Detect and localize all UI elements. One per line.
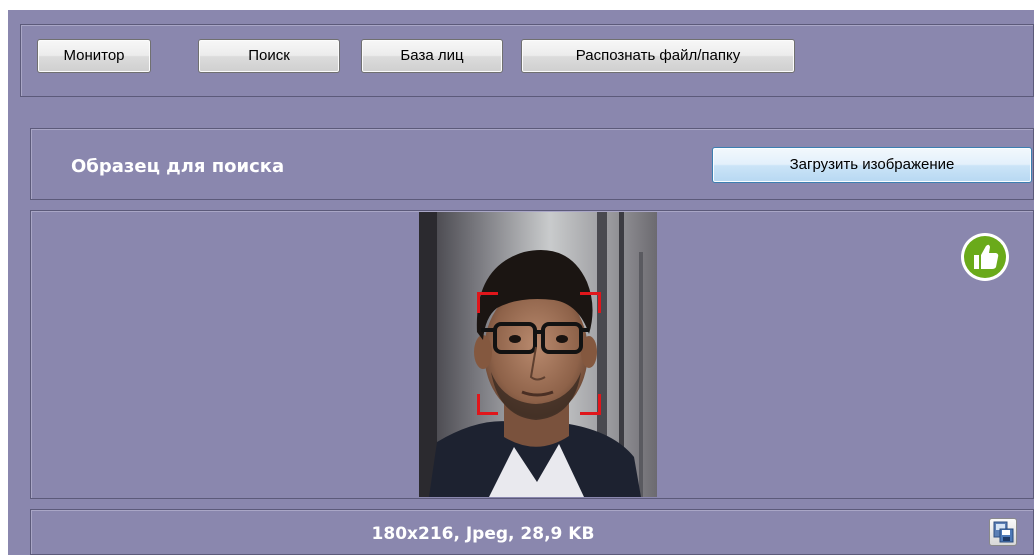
save-image-button[interactable]: [989, 518, 1017, 546]
search-button[interactable]: Поиск: [198, 39, 340, 73]
search-sample-header: Образец для поиска Загрузить изображение: [30, 128, 1034, 200]
face-frame-top-right: [580, 292, 601, 313]
face-database-button[interactable]: База лиц: [361, 39, 503, 73]
face-photo-image: [419, 212, 657, 497]
save-image-icon: [993, 521, 1014, 543]
face-search-window: Монитор Поиск База лиц Распознать файл/п…: [8, 10, 1034, 555]
search-sample-title: Образец для поиска: [71, 156, 285, 177]
face-frame-top-left: [477, 292, 498, 313]
recognize-file-folder-button[interactable]: Распознать файл/папку: [521, 39, 795, 73]
monitor-button[interactable]: Монитор: [37, 39, 151, 73]
toolbar-panel: Монитор Поиск База лиц Распознать файл/п…: [20, 24, 1034, 97]
face-frame-bottom-right: [580, 394, 601, 415]
image-info-text: 180x216, Jpeg, 28,9 KB: [371, 524, 595, 544]
load-image-button[interactable]: Загрузить изображение: [712, 147, 1032, 183]
sample-photo: [419, 212, 657, 497]
face-frame-bottom-left: [477, 394, 498, 415]
thumbs-up-icon: [960, 232, 1010, 282]
